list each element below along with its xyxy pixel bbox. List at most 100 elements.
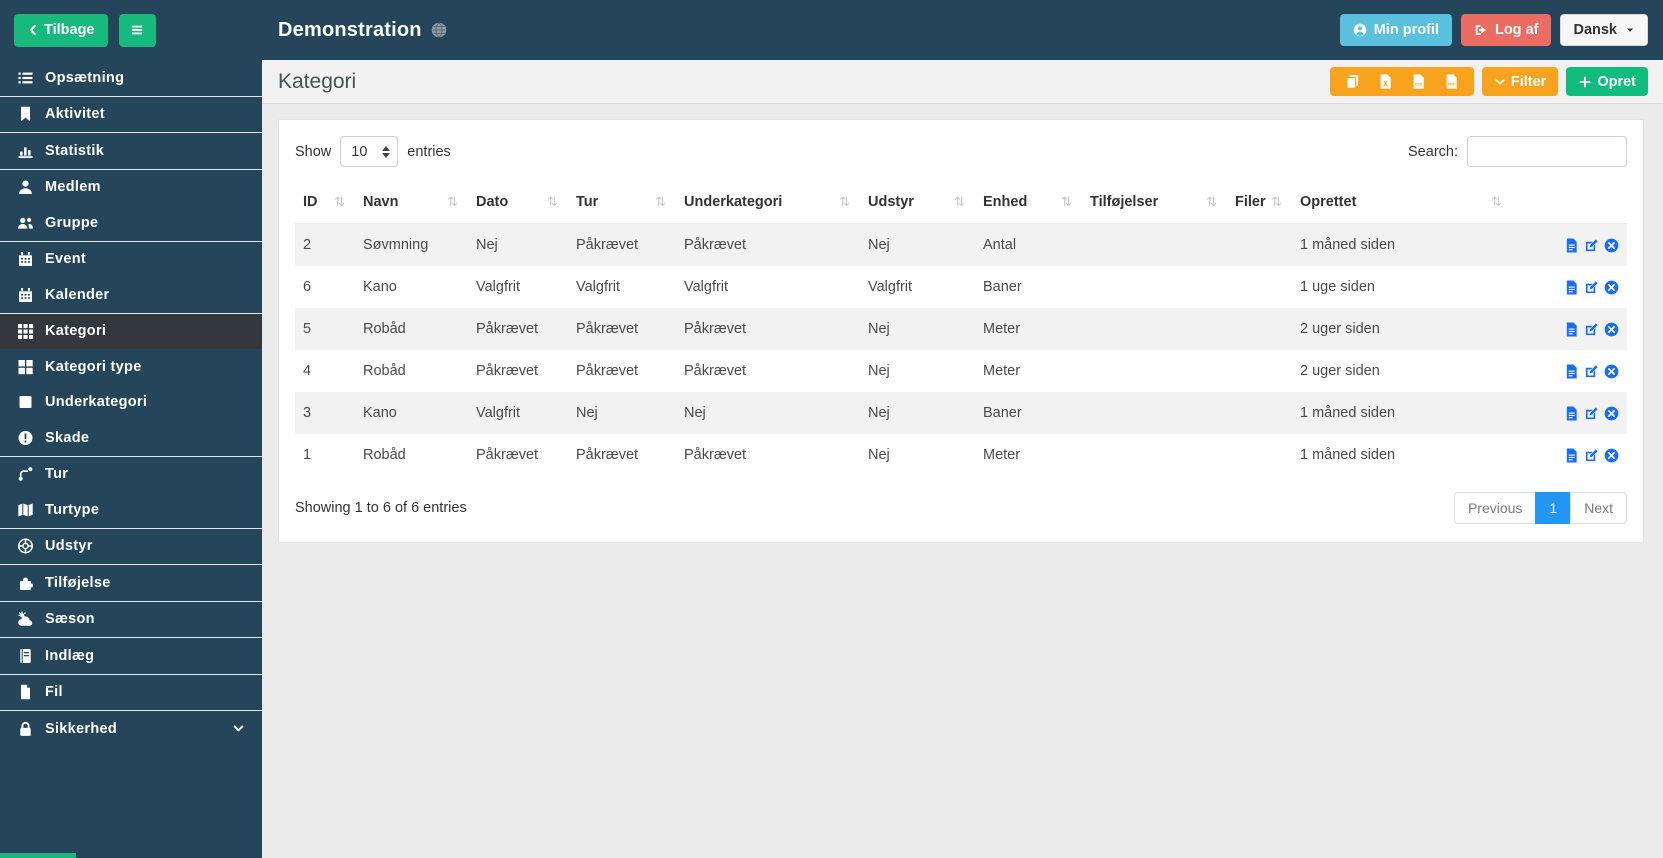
export-pdf-button[interactable]: PDF (1435, 67, 1468, 96)
row-delete-button[interactable] (1604, 280, 1619, 295)
table-cell: 1 måned siden (1300, 447, 1396, 463)
row-actions (1512, 224, 1627, 267)
sidebar-item-medlem[interactable]: Medlem (0, 170, 262, 206)
profile-button[interactable]: Min profil (1339, 14, 1452, 46)
sidebar-item-fil[interactable]: Fil (0, 675, 262, 711)
column-header-underkategori[interactable]: Underkategori ⇅ (676, 182, 860, 224)
row-details-button[interactable] (1564, 406, 1579, 421)
column-header-tilfojelser[interactable]: Tilføjelser ⇅ (1082, 182, 1227, 224)
sidebar-item-skade[interactable]: Skade (0, 420, 262, 456)
column-label: Tur (576, 194, 599, 210)
column-header-navn[interactable]: Navn ⇅ (355, 182, 468, 224)
menu-toggle-button[interactable] (118, 13, 156, 47)
row-details-button[interactable] (1564, 280, 1579, 295)
column-header-udstyr[interactable]: Udstyr ⇅ (860, 182, 975, 224)
sidebar-group: Medlem Gruppe (0, 170, 262, 242)
column-header-id[interactable]: ID ⇅ (295, 182, 355, 224)
row-details-button[interactable] (1564, 448, 1579, 463)
sidebar-item-underkategori[interactable]: Underkategori (0, 385, 262, 421)
row-details-button[interactable] (1564, 364, 1579, 379)
row-edit-button[interactable] (1584, 364, 1599, 379)
language-dropdown[interactable]: Dansk (1560, 14, 1648, 46)
table-cell: Baner (983, 405, 1022, 421)
page-size-select[interactable]: 10 (343, 143, 381, 160)
search-input[interactable] (1467, 136, 1627, 167)
sidebar-item-tur[interactable]: Tur (0, 457, 262, 493)
sidebar-item-opsaetning[interactable]: Opsætning (0, 60, 262, 96)
sort-icon: ⇅ (655, 194, 666, 210)
table-cell: Valgfrit (868, 279, 913, 295)
previous-page-button[interactable]: Previous (1453, 492, 1537, 524)
row-delete-button[interactable] (1604, 238, 1619, 253)
row-delete-button[interactable] (1604, 364, 1619, 379)
sidebar-item-kalender[interactable]: Kalender (0, 277, 262, 313)
app-title-text: Demonstration (278, 18, 422, 41)
sidebar-item-statistik[interactable]: Statistik (0, 133, 262, 169)
sidebar-item-label: Statistik (45, 142, 105, 159)
sidebar-item-aktivitet[interactable]: Aktivitet (0, 97, 262, 133)
column-header-tur[interactable]: Tur ⇅ (568, 182, 676, 224)
table-row: 4 Robåd Påkrævet Påkrævet Påkrævet Nej Meter 2 … (295, 350, 1627, 392)
table-controls: Show 10 entries Search: (295, 136, 1627, 167)
create-button-label: Opret (1597, 73, 1636, 90)
search-label: Search: (1408, 143, 1458, 160)
export-copy-button[interactable] (1336, 67, 1369, 96)
table-cell (1227, 350, 1292, 392)
entries-summary: Showing 1 to 6 of 6 entries (295, 500, 467, 516)
sidebar-item-saeson[interactable]: Sæson (0, 602, 262, 638)
select-arrows-icon (382, 145, 391, 158)
sidebar-item-kategori[interactable]: Kategori (0, 313, 262, 349)
language-label: Dansk (1573, 22, 1617, 38)
sidebar-item-tilfojelse[interactable]: Tilføjelse (0, 565, 262, 601)
sidebar-item-kategori-type[interactable]: Kategori type (0, 349, 262, 385)
create-button[interactable]: Opret (1566, 67, 1648, 96)
row-delete-button[interactable] (1604, 448, 1619, 463)
sort-icon: ⇅ (1491, 194, 1502, 210)
sidebar-item-udstyr[interactable]: Udstyr (0, 529, 262, 565)
sidebar-nav: Opsætning Aktivitet Statistik Medlem Gruppe E… (0, 60, 262, 747)
row-details-button[interactable] (1564, 322, 1579, 337)
sidebar-group: Tur Turtype (0, 457, 262, 529)
table-cell: 2 (303, 237, 312, 253)
row-edit-button[interactable] (1584, 448, 1599, 463)
bar-chart-icon (17, 143, 34, 159)
back-button[interactable]: Tilbage (14, 13, 108, 47)
table-cell: 3 (303, 405, 312, 421)
sidebar-item-gruppe[interactable]: Gruppe (0, 205, 262, 241)
sidebar-item-turtype[interactable]: Turtype (0, 492, 262, 528)
filter-button[interactable]: Filter (1481, 67, 1559, 96)
map-icon (17, 502, 34, 518)
row-edit-button[interactable] (1584, 322, 1599, 337)
table-cell (1227, 392, 1292, 434)
next-page-button[interactable]: Next (1570, 492, 1627, 524)
column-label: Dato (476, 194, 509, 210)
sort-icon: ⇅ (1206, 194, 1217, 210)
sidebar-item-sikkerhed[interactable]: Sikkerhed (0, 711, 262, 747)
export-excel-button[interactable]: X (1369, 67, 1402, 96)
row-details-button[interactable] (1564, 238, 1579, 253)
column-header-dato[interactable]: Dato ⇅ (468, 182, 568, 224)
sidebar-item-event[interactable]: Event (0, 242, 262, 278)
svg-text:PDF: PDF (1447, 81, 1455, 86)
table-cell: Nej (868, 363, 890, 379)
row-edit-button[interactable] (1584, 280, 1599, 295)
table-cell (1227, 308, 1292, 350)
row-delete-button[interactable] (1604, 322, 1619, 337)
column-header-filer[interactable]: Filer ⇅ (1227, 182, 1292, 224)
column-header-oprettet[interactable]: Oprettet ⇅ (1292, 182, 1512, 224)
column-label: Filer (1235, 194, 1266, 210)
table-cell: Påkrævet (576, 237, 639, 253)
sidebar-item-indlaeg[interactable]: Indlæg (0, 638, 262, 674)
row-delete-button[interactable] (1604, 406, 1619, 421)
top-bar-left: Tilbage (0, 13, 262, 47)
export-csv-button[interactable]: csv (1402, 67, 1435, 96)
column-label: Udstyr (868, 194, 914, 210)
row-edit-button[interactable] (1584, 238, 1599, 253)
column-header-enhed[interactable]: Enhed ⇅ (975, 182, 1082, 224)
cloud-sun-icon (17, 611, 34, 627)
row-edit-button[interactable] (1584, 406, 1599, 421)
page-1-button[interactable]: 1 (1535, 492, 1572, 524)
logout-button[interactable]: Log af (1460, 14, 1552, 46)
table-cell: 4 (303, 363, 312, 379)
panel-area: Show 10 entries Search: ID ⇅ Navn ⇅ Dato… (262, 104, 1663, 543)
